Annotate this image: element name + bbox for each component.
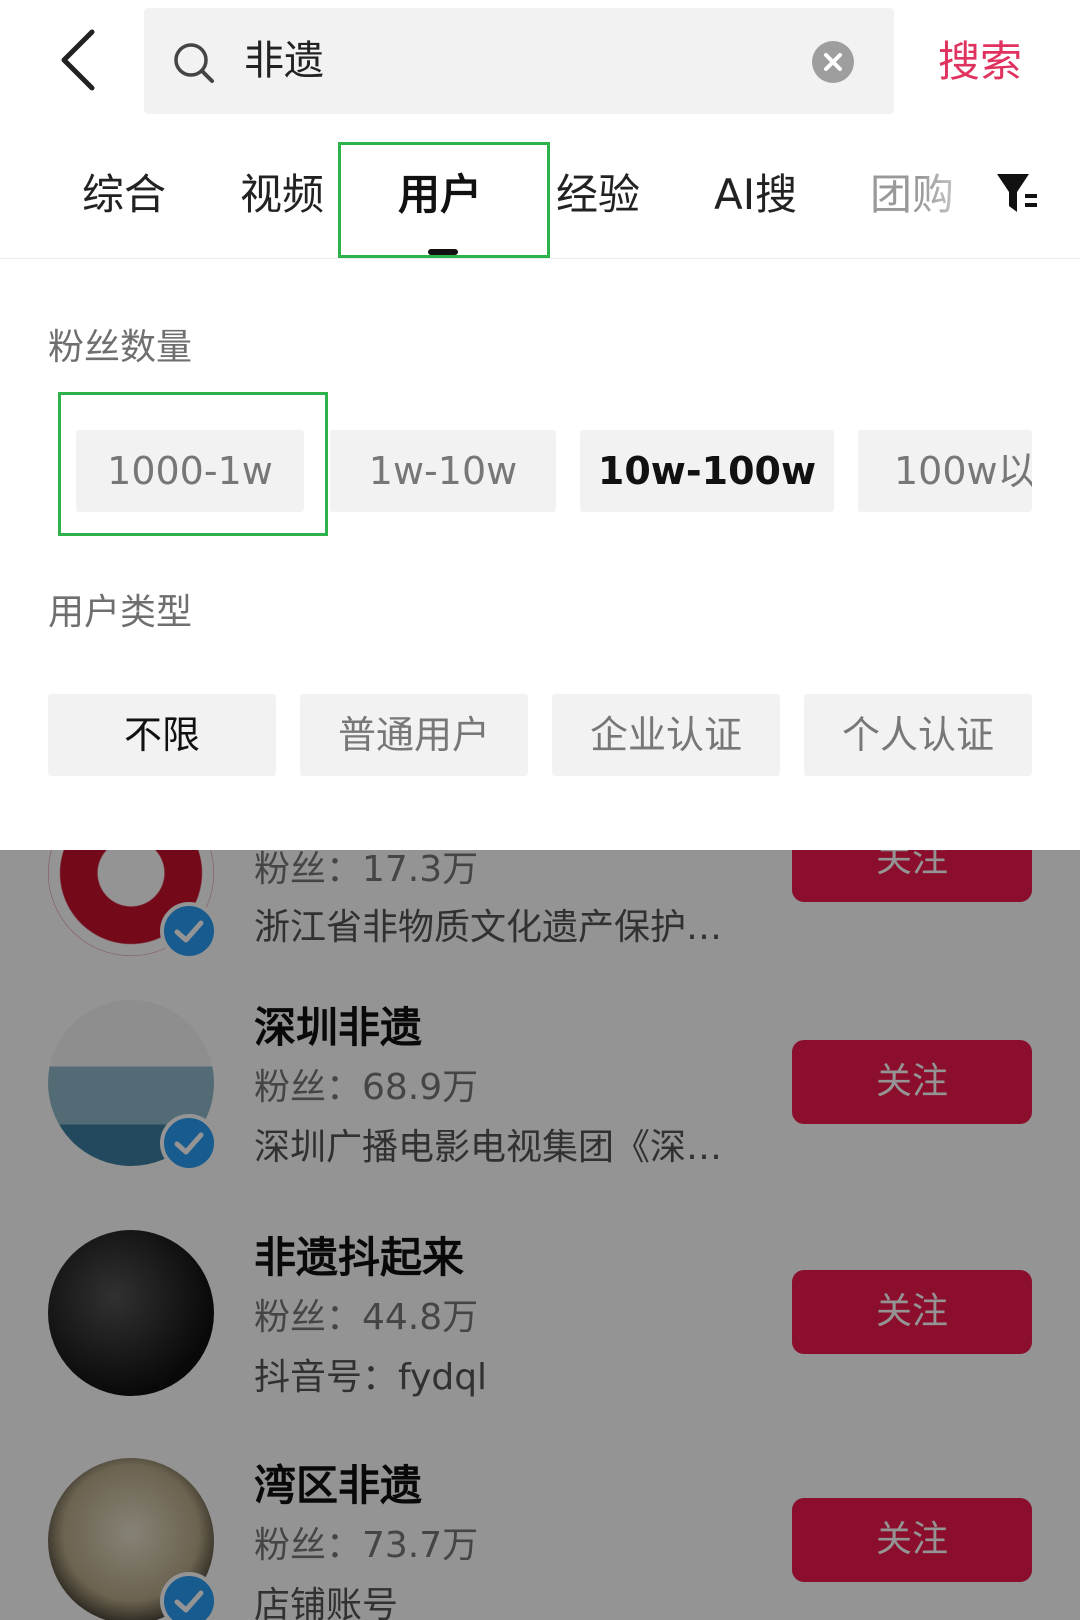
user-type-normal[interactable]: 普通用户 — [300, 694, 528, 776]
filter-icon[interactable] — [995, 170, 1041, 216]
tabs-divider — [0, 258, 1080, 259]
search-input[interactable]: 非遗 — [244, 30, 804, 92]
tab-ai-search[interactable]: AI搜 — [714, 160, 797, 230]
dim-overlay[interactable] — [0, 850, 1080, 1620]
tab-experience[interactable]: 经验 — [556, 160, 640, 230]
user-type-any[interactable]: 不限 — [48, 694, 276, 776]
close-icon — [824, 53, 842, 71]
clear-search-button[interactable] — [812, 41, 854, 83]
user-results-list: 粉丝：17.3万 浙江省非物质文化遗产保护… 关注 深圳非遗 粉丝：68.9万 … — [0, 850, 1080, 1620]
search-icon — [174, 43, 214, 83]
highlight-box-fans — [58, 392, 328, 536]
fans-option-10w-100w[interactable]: 10w-100w — [580, 430, 834, 512]
user-type-enterprise[interactable]: 企业认证 — [552, 694, 780, 776]
fans-option-1w-10w[interactable]: 1w-10w — [330, 430, 556, 512]
fans-count-label: 粉丝数量 — [48, 327, 193, 368]
tab-video[interactable]: 视频 — [240, 160, 324, 230]
search-button[interactable]: 搜索 — [938, 30, 1022, 94]
search-bar[interactable]: 非遗 — [144, 8, 894, 114]
tabs-fade — [920, 150, 1000, 250]
fans-option-100w-plus[interactable]: 100w以上 — [858, 430, 1032, 512]
user-type-personal[interactable]: 个人认证 — [804, 694, 1032, 776]
back-button[interactable] — [56, 28, 108, 92]
chevron-left-icon — [61, 29, 95, 91]
highlight-box-tab — [338, 142, 550, 258]
panel-right-edge — [1032, 420, 1080, 800]
user-type-label: 用户类型 — [48, 592, 193, 633]
tab-comprehensive[interactable]: 综合 — [82, 160, 166, 230]
